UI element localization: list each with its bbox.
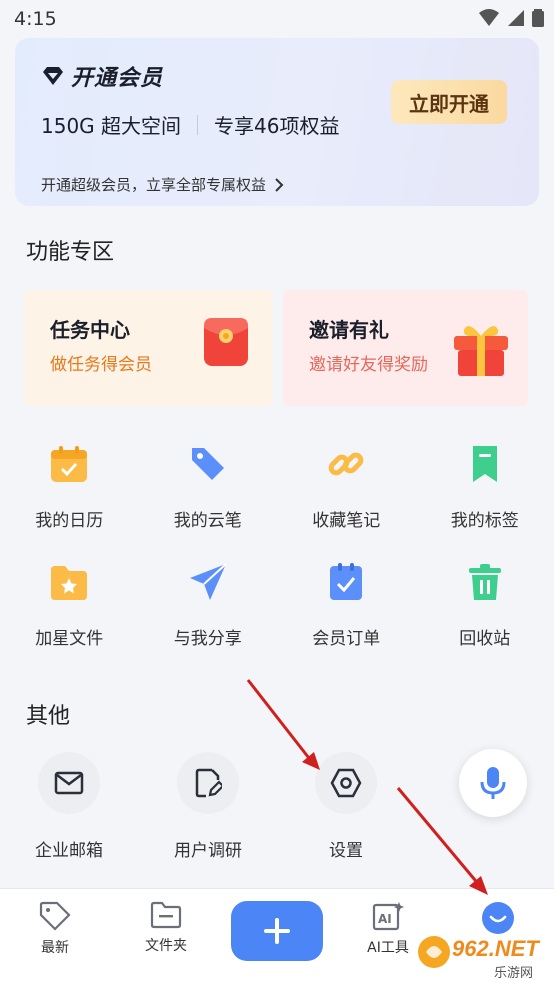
- arrow-to-profile: [396, 787, 482, 887]
- arrow-head-profile: [469, 876, 488, 895]
- watermark-subtext: 乐游网: [494, 966, 534, 981]
- arrow-to-settings: [246, 679, 314, 763]
- annotation-arrows: [246, 679, 488, 895]
- watermark-logo: 962.NET 乐游网: [416, 930, 552, 982]
- watermark-text: 962.NET: [452, 936, 539, 961]
